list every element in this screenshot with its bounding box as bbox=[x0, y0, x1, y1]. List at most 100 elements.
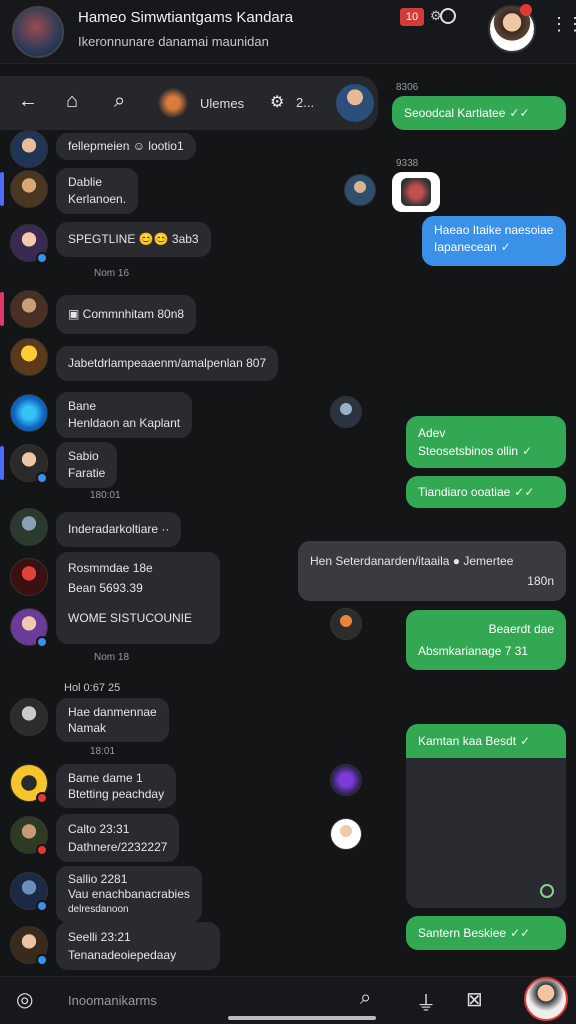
outgoing-message[interactable]: Tiandiaro ooatiae ✓✓ bbox=[406, 476, 566, 508]
message-text: Tiandiaro ooatiae bbox=[418, 485, 511, 499]
reaction-avatar[interactable] bbox=[330, 764, 362, 796]
message-line: Bean 5693.39 bbox=[68, 581, 143, 595]
message-line: Hae danmennae bbox=[68, 705, 157, 719]
image-attachment[interactable] bbox=[406, 758, 566, 908]
message-bubble[interactable]: Rosmmdae 18e Bean 5693.39 WOME SISTUCOUNIE bbox=[56, 552, 220, 644]
message-line: Haeao Itaike naesoiae bbox=[434, 223, 554, 237]
sticker-preview[interactable] bbox=[392, 172, 440, 212]
read-receipt-icon: ✓ bbox=[500, 240, 511, 254]
message-line: Rosmmdae 18e bbox=[68, 561, 153, 575]
outgoing-message[interactable]: Seoodcal Kartiatee ✓✓ bbox=[392, 96, 566, 130]
home-icon[interactable]: ⌂ bbox=[66, 90, 78, 113]
message-bubble[interactable]: Bame dame 1 Btetting peachday bbox=[56, 764, 177, 808]
message-line: Faratie bbox=[68, 466, 106, 480]
search-icon[interactable]: ⌕ bbox=[114, 90, 125, 113]
message-bubble[interactable]: Calto 23:31 Dathnere/2232227 bbox=[56, 814, 180, 862]
more-options-icon[interactable]: ⋮⋮ bbox=[550, 15, 576, 33]
verified-badge bbox=[36, 636, 48, 648]
reaction-avatar[interactable] bbox=[344, 174, 376, 206]
outgoing-message[interactable]: Beaerdt dae Absmkarianage 7 31 bbox=[406, 610, 566, 670]
sticker-icon[interactable]: ⊠ bbox=[466, 987, 483, 1012]
verified-badge bbox=[36, 954, 48, 966]
camera-icon[interactable]: ◎ bbox=[16, 987, 33, 1012]
message-bubble[interactable]: Seelli 23:21 Tenanadeoiepedaay bbox=[56, 922, 220, 970]
alert-badge bbox=[36, 844, 48, 856]
message-bubble[interactable]: SPEGTLINE 😊😊 3ab3 bbox=[56, 222, 211, 257]
message-bubble[interactable]: Dablie Kerlanoen. bbox=[56, 168, 139, 214]
outgoing-message[interactable]: Adev Steosetsbinos ollin ✓ bbox=[406, 416, 566, 468]
avatar[interactable] bbox=[10, 394, 48, 432]
avatar[interactable] bbox=[10, 338, 48, 376]
message-bubble[interactable]: Sallio 2281 Vau enachbanacrabies delresdan… bbox=[56, 866, 202, 923]
avatar[interactable] bbox=[10, 170, 48, 208]
message-line: Calto 23:31 bbox=[68, 822, 130, 836]
message-line: Namak bbox=[68, 721, 107, 735]
message-line: Dablie bbox=[68, 175, 103, 189]
timestamp: 18:01 bbox=[90, 746, 116, 757]
message-text: Commnhitam bbox=[82, 307, 155, 321]
message-text: Seoodcal Kartiatee bbox=[404, 106, 506, 120]
chat-app: Hameo Simwtiantgams Kandara Ikeronnunare… bbox=[0, 0, 576, 1024]
timestamp: Nom 18 bbox=[94, 652, 130, 663]
back-arrow-icon[interactable]: ← bbox=[18, 90, 38, 113]
contact-avatar[interactable] bbox=[336, 84, 374, 122]
outgoing-message[interactable]: Santern Beskiee ✓✓ bbox=[406, 916, 566, 950]
message-line: Bame dame 1 bbox=[68, 771, 143, 785]
toolbar-count: 2... bbox=[296, 95, 315, 110]
message-line: delresdanoon bbox=[68, 904, 129, 915]
message-bubble[interactable]: fellepmeien ☺ lootio1 bbox=[56, 133, 196, 160]
reaction-avatar[interactable] bbox=[330, 608, 362, 640]
alert-badge bbox=[36, 792, 48, 804]
emoji-icon[interactable] bbox=[440, 8, 456, 24]
timestamp: Nom 16 bbox=[94, 268, 130, 279]
avatar[interactable] bbox=[10, 290, 48, 328]
message-bubble[interactable]: Inderadarkoltiare ·· bbox=[56, 512, 182, 547]
avatar[interactable] bbox=[10, 130, 48, 168]
message-line: Adev bbox=[418, 426, 446, 440]
message-bubble[interactable]: Bane Henldaon an Kaplant bbox=[56, 392, 193, 438]
gear-icon[interactable]: ⚙ bbox=[270, 92, 284, 112]
message-input[interactable]: Inoomanikarms bbox=[68, 987, 388, 1015]
message-text: fellepmeien ☺ lootio1 bbox=[68, 139, 184, 153]
outgoing-message[interactable]: Kamtan kaa Besdt ✓ bbox=[406, 724, 566, 758]
toolbar-label[interactable]: Ulemes bbox=[200, 96, 244, 111]
quoted-message[interactable]: Hen Seterdanarden/itaaila ● Jemertee 180n bbox=[298, 541, 566, 601]
message-bubble[interactable]: Jabetdrlampeaaenm/amalpenlan 807 bbox=[56, 346, 279, 381]
chat-subtitle: Ikeronnunare danamai maunidan bbox=[78, 34, 269, 49]
file-icon: ▣ bbox=[68, 307, 83, 321]
read-receipt-icon: ✓✓ bbox=[514, 485, 535, 499]
message-text: SPEGTLINE 😊😊 3ab3 bbox=[68, 232, 199, 246]
message-line: Dathnere/2232227 bbox=[68, 840, 168, 854]
avatar[interactable] bbox=[10, 508, 48, 546]
message-extra: 80n8 bbox=[157, 307, 185, 321]
message-line: Btetting peachday bbox=[68, 787, 165, 801]
message-bubble[interactable]: ▣ Commnhitam 80n8 bbox=[56, 295, 197, 334]
message-bubble[interactable]: Hae danmennae Namak bbox=[56, 698, 169, 742]
avatar[interactable] bbox=[10, 698, 48, 736]
chat-toolbar: ← ⌂ ⌕ Ulemes ⚙ 2... bbox=[0, 76, 378, 130]
read-receipt-icon: ✓✓ bbox=[509, 106, 530, 120]
notification-badge[interactable]: 10 bbox=[400, 8, 424, 26]
message-line: Bane bbox=[68, 399, 97, 413]
microphone-icon[interactable]: ⏚ bbox=[416, 987, 436, 1016]
group-avatar[interactable] bbox=[12, 6, 64, 58]
read-receipt-icon: ✓✓ bbox=[510, 926, 531, 940]
message-line: Steosetsbinos ollin ✓ bbox=[418, 444, 533, 458]
unread-marker bbox=[0, 172, 4, 206]
timestamp: 9338 bbox=[396, 158, 419, 169]
reaction-avatar[interactable] bbox=[330, 396, 362, 428]
profile-avatar[interactable] bbox=[524, 977, 568, 1021]
outgoing-message[interactable]: Haeao Itaike naesoiae Iapanecean ✓ bbox=[422, 216, 566, 266]
message-line: 180n bbox=[527, 574, 554, 588]
chat-title[interactable]: Hameo Simwtiantgams Kandara bbox=[78, 9, 293, 26]
message-line: Sallio 2281 bbox=[68, 872, 128, 886]
toolbar-avatar[interactable] bbox=[158, 88, 188, 118]
message-bubble[interactable]: Sabio Faratie bbox=[56, 442, 118, 488]
online-status-dot bbox=[520, 4, 532, 16]
avatar[interactable] bbox=[10, 558, 48, 596]
chat-header: Hameo Simwtiantgams Kandara Ikeronnunare… bbox=[0, 0, 576, 64]
reaction-avatar[interactable] bbox=[330, 818, 362, 850]
message-line: Tenanadeoiepedaay bbox=[68, 948, 177, 962]
attach-icon[interactable]: ⌕ bbox=[360, 987, 371, 1010]
timestamp: 8306 bbox=[396, 82, 419, 93]
